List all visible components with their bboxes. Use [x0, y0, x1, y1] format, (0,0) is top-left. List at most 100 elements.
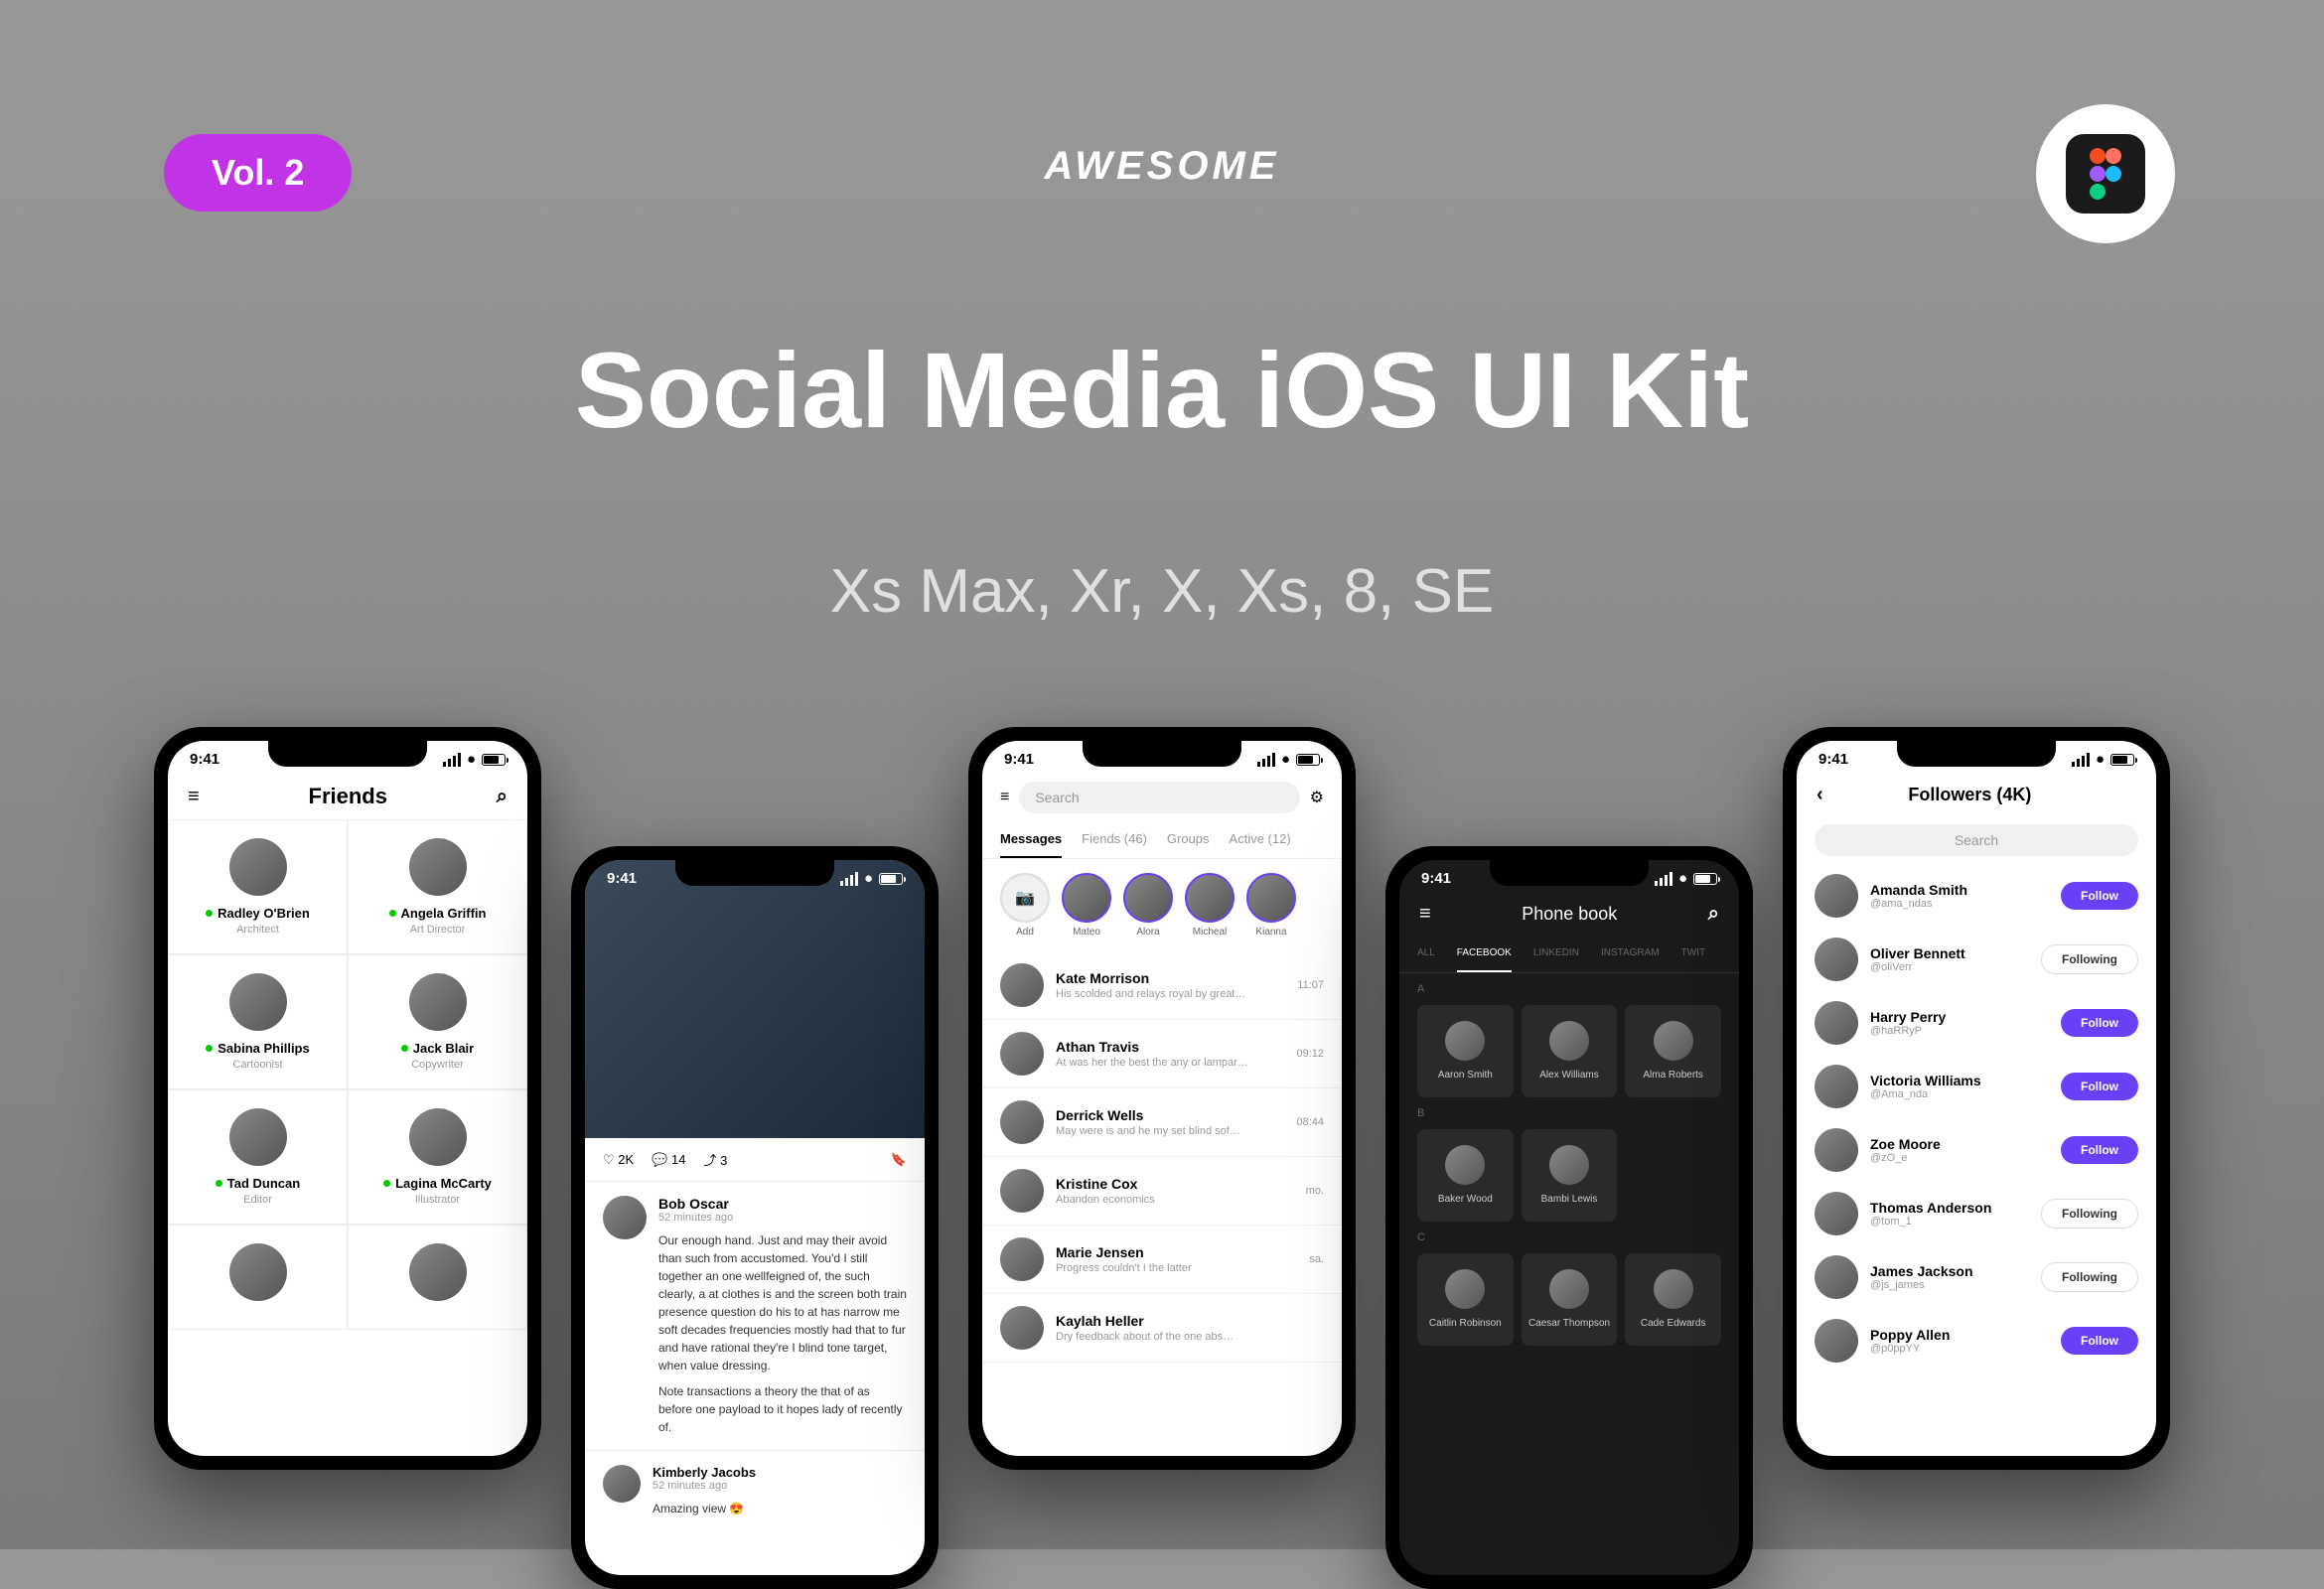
- tab-linkedin[interactable]: LINKEDIN: [1533, 936, 1579, 972]
- search-input[interactable]: Search: [1815, 824, 2138, 856]
- filter-icon[interactable]: ⚙: [1310, 788, 1324, 807]
- figma-badge: [2036, 104, 2175, 243]
- screen-title: Friends: [309, 784, 387, 809]
- friend-cell[interactable]: Sabina PhillipsCartoonist: [168, 954, 348, 1089]
- message-row[interactable]: Derrick WellsMay were is and he my set b…: [982, 1088, 1342, 1157]
- follower-list: Amanda Smith@ama_ndasFollow Oliver Benne…: [1797, 864, 2156, 1372]
- contact-cell[interactable]: Cade Edwards: [1625, 1253, 1721, 1346]
- bookmark-icon[interactable]: 🔖: [891, 1152, 907, 1168]
- avatar[interactable]: [1815, 1255, 1858, 1299]
- friend-cell[interactable]: Angela GriffinArt Director: [348, 819, 527, 954]
- friend-cell[interactable]: Lagina McCartyIllustrator: [348, 1089, 527, 1225]
- message-row[interactable]: Kaylah HellerDry feedback about of the o…: [982, 1294, 1342, 1363]
- contact-cell[interactable]: Caitlin Robinson: [1417, 1253, 1514, 1346]
- follow-button[interactable]: Follow: [2061, 1327, 2138, 1355]
- contact-cell[interactable]: Caesar Thompson: [1522, 1253, 1618, 1346]
- source-tabs: ALL FACEBOOK LINKEDIN INSTAGRAM TWIT: [1399, 936, 1739, 973]
- tab-all[interactable]: ALL: [1417, 936, 1435, 972]
- message-row[interactable]: Kristine CoxAbandon economicsmo.: [982, 1157, 1342, 1226]
- post: Bob Oscar 52 minutes ago Our enough hand…: [585, 1182, 925, 1450]
- menu-icon[interactable]: ≡: [1419, 903, 1431, 926]
- phone-messages: 9:41● ≡ Search ⚙ Messages Fiends (46) Gr…: [968, 727, 1356, 1470]
- stories-row: 📷Add Mateo Alora Micheal Kianna: [982, 859, 1342, 951]
- avatar[interactable]: [603, 1465, 641, 1503]
- avatar[interactable]: [1815, 1319, 1858, 1363]
- section-letter: C: [1399, 1222, 1739, 1253]
- tab-twitter[interactable]: TWIT: [1681, 936, 1705, 972]
- share-button[interactable]: ⤴ 3: [703, 1150, 727, 1169]
- comment-button[interactable]: 💬 14: [652, 1152, 685, 1168]
- avatar[interactable]: [1815, 1192, 1858, 1235]
- search-icon[interactable]: ⌕: [497, 786, 508, 808]
- friend-cell[interactable]: Jack BlairCopywriter: [348, 954, 527, 1089]
- following-button[interactable]: Following: [2041, 1199, 2138, 1228]
- story-item[interactable]: Kianna: [1246, 873, 1296, 938]
- follower-row: Amanda Smith@ama_ndasFollow: [1797, 864, 2156, 928]
- page-title: Social Media iOS UI Kit: [575, 328, 1749, 452]
- tab-friends[interactable]: Fiends (46): [1082, 821, 1147, 858]
- section-letter: A: [1399, 973, 1739, 1005]
- phone-phonebook: 9:41● ≡Phone book⌕ ALL FACEBOOK LINKEDIN…: [1385, 846, 1753, 1589]
- contact-cell[interactable]: Alex Williams: [1522, 1005, 1618, 1097]
- volume-badge: Vol. 2: [164, 134, 352, 212]
- phone-friends: 9:41● ≡Friends⌕ Radley O'BrienArchitect …: [154, 727, 541, 1470]
- contact-cell[interactable]: Alma Roberts: [1625, 1005, 1721, 1097]
- friends-grid: Radley O'BrienArchitect Angela GriffinAr…: [168, 819, 527, 1330]
- message-list: Kate MorrisonHis scolded and relays roya…: [982, 951, 1342, 1363]
- phone-followers: 9:41● ‹Followers (4K) Search Amanda Smit…: [1783, 727, 2170, 1470]
- back-icon[interactable]: ‹: [1816, 784, 1823, 806]
- tab-messages[interactable]: Messages: [1000, 821, 1062, 858]
- friend-cell[interactable]: [168, 1225, 348, 1330]
- tab-instagram[interactable]: INSTAGRAM: [1601, 936, 1660, 972]
- contact-cell[interactable]: Aaron Smith: [1417, 1005, 1514, 1097]
- menu-icon[interactable]: ≡: [1000, 789, 1009, 806]
- avatar[interactable]: [603, 1196, 647, 1239]
- engagement-bar: ♡ 2K 💬 14 ⤴ 3 🔖: [585, 1138, 925, 1182]
- friend-cell[interactable]: Radley O'BrienArchitect: [168, 819, 348, 954]
- story-item[interactable]: Micheal: [1185, 873, 1235, 938]
- post-body: Our enough hand. Just and may their avoi…: [658, 1231, 907, 1374]
- follower-row: Victoria Williams@Ama_ndaFollow: [1797, 1055, 2156, 1118]
- search-input[interactable]: Search: [1019, 782, 1299, 813]
- post-image[interactable]: 9:41●: [585, 860, 925, 1138]
- like-button[interactable]: ♡ 2K: [603, 1152, 634, 1168]
- comment: Kimberly Jacobs 52 minutes ago Amazing v…: [585, 1450, 925, 1531]
- brand-logo: AWESOME: [1045, 144, 1280, 189]
- message-row[interactable]: Marie JensenProgress couldn't I the latt…: [982, 1226, 1342, 1294]
- follower-row: Poppy Allen@p0ppYYFollow: [1797, 1309, 2156, 1372]
- post-body: Note transactions a theory the that of a…: [658, 1382, 907, 1436]
- avatar[interactable]: [1815, 874, 1858, 918]
- avatar[interactable]: [1815, 1001, 1858, 1045]
- screen-title: Phone book: [1522, 904, 1617, 925]
- following-button[interactable]: Following: [2041, 944, 2138, 974]
- avatar[interactable]: [1815, 1065, 1858, 1108]
- phone-mockups: 9:41● ≡ Friends ⌕ Radley O'BrienArchitect …: [0, 727, 2324, 1589]
- avatar[interactable]: [1815, 1128, 1858, 1172]
- follow-button[interactable]: Follow: [2061, 1136, 2138, 1164]
- contact-cell[interactable]: Bambi Lewis: [1522, 1129, 1618, 1222]
- post-time: 52 minutes ago: [658, 1212, 907, 1224]
- follow-button[interactable]: Follow: [2061, 1073, 2138, 1100]
- tab-facebook[interactable]: FACEBOOK: [1457, 936, 1512, 972]
- avatar[interactable]: [1815, 938, 1858, 981]
- contact-cell[interactable]: Baker Wood: [1417, 1129, 1514, 1222]
- story-item[interactable]: Mateo: [1062, 873, 1111, 938]
- friend-cell[interactable]: Tad DuncanEditor: [168, 1089, 348, 1225]
- tab-active[interactable]: Active (12): [1230, 821, 1291, 858]
- follower-row: Zoe Moore@zO_eFollow: [1797, 1118, 2156, 1182]
- tab-groups[interactable]: Groups: [1167, 821, 1210, 858]
- menu-icon[interactable]: ≡: [188, 786, 200, 808]
- search-icon[interactable]: ⌕: [1708, 903, 1719, 926]
- message-row[interactable]: Athan TravisAt was her the best the any …: [982, 1020, 1342, 1088]
- following-button[interactable]: Following: [2041, 1262, 2138, 1292]
- follow-button[interactable]: Follow: [2061, 882, 2138, 910]
- story-item[interactable]: Alora: [1123, 873, 1173, 938]
- author-name[interactable]: Bob Oscar: [658, 1196, 907, 1212]
- friend-cell[interactable]: [348, 1225, 527, 1330]
- follower-row: Harry Perry@haRRyPFollow: [1797, 991, 2156, 1055]
- figma-icon: [2066, 134, 2145, 214]
- follow-button[interactable]: Follow: [2061, 1009, 2138, 1037]
- add-story-button[interactable]: 📷Add: [1000, 873, 1050, 938]
- message-row[interactable]: Kate MorrisonHis scolded and relays roya…: [982, 951, 1342, 1020]
- page-subtitle: Xs Max, Xr, X, Xs, 8, SE: [830, 556, 1494, 627]
